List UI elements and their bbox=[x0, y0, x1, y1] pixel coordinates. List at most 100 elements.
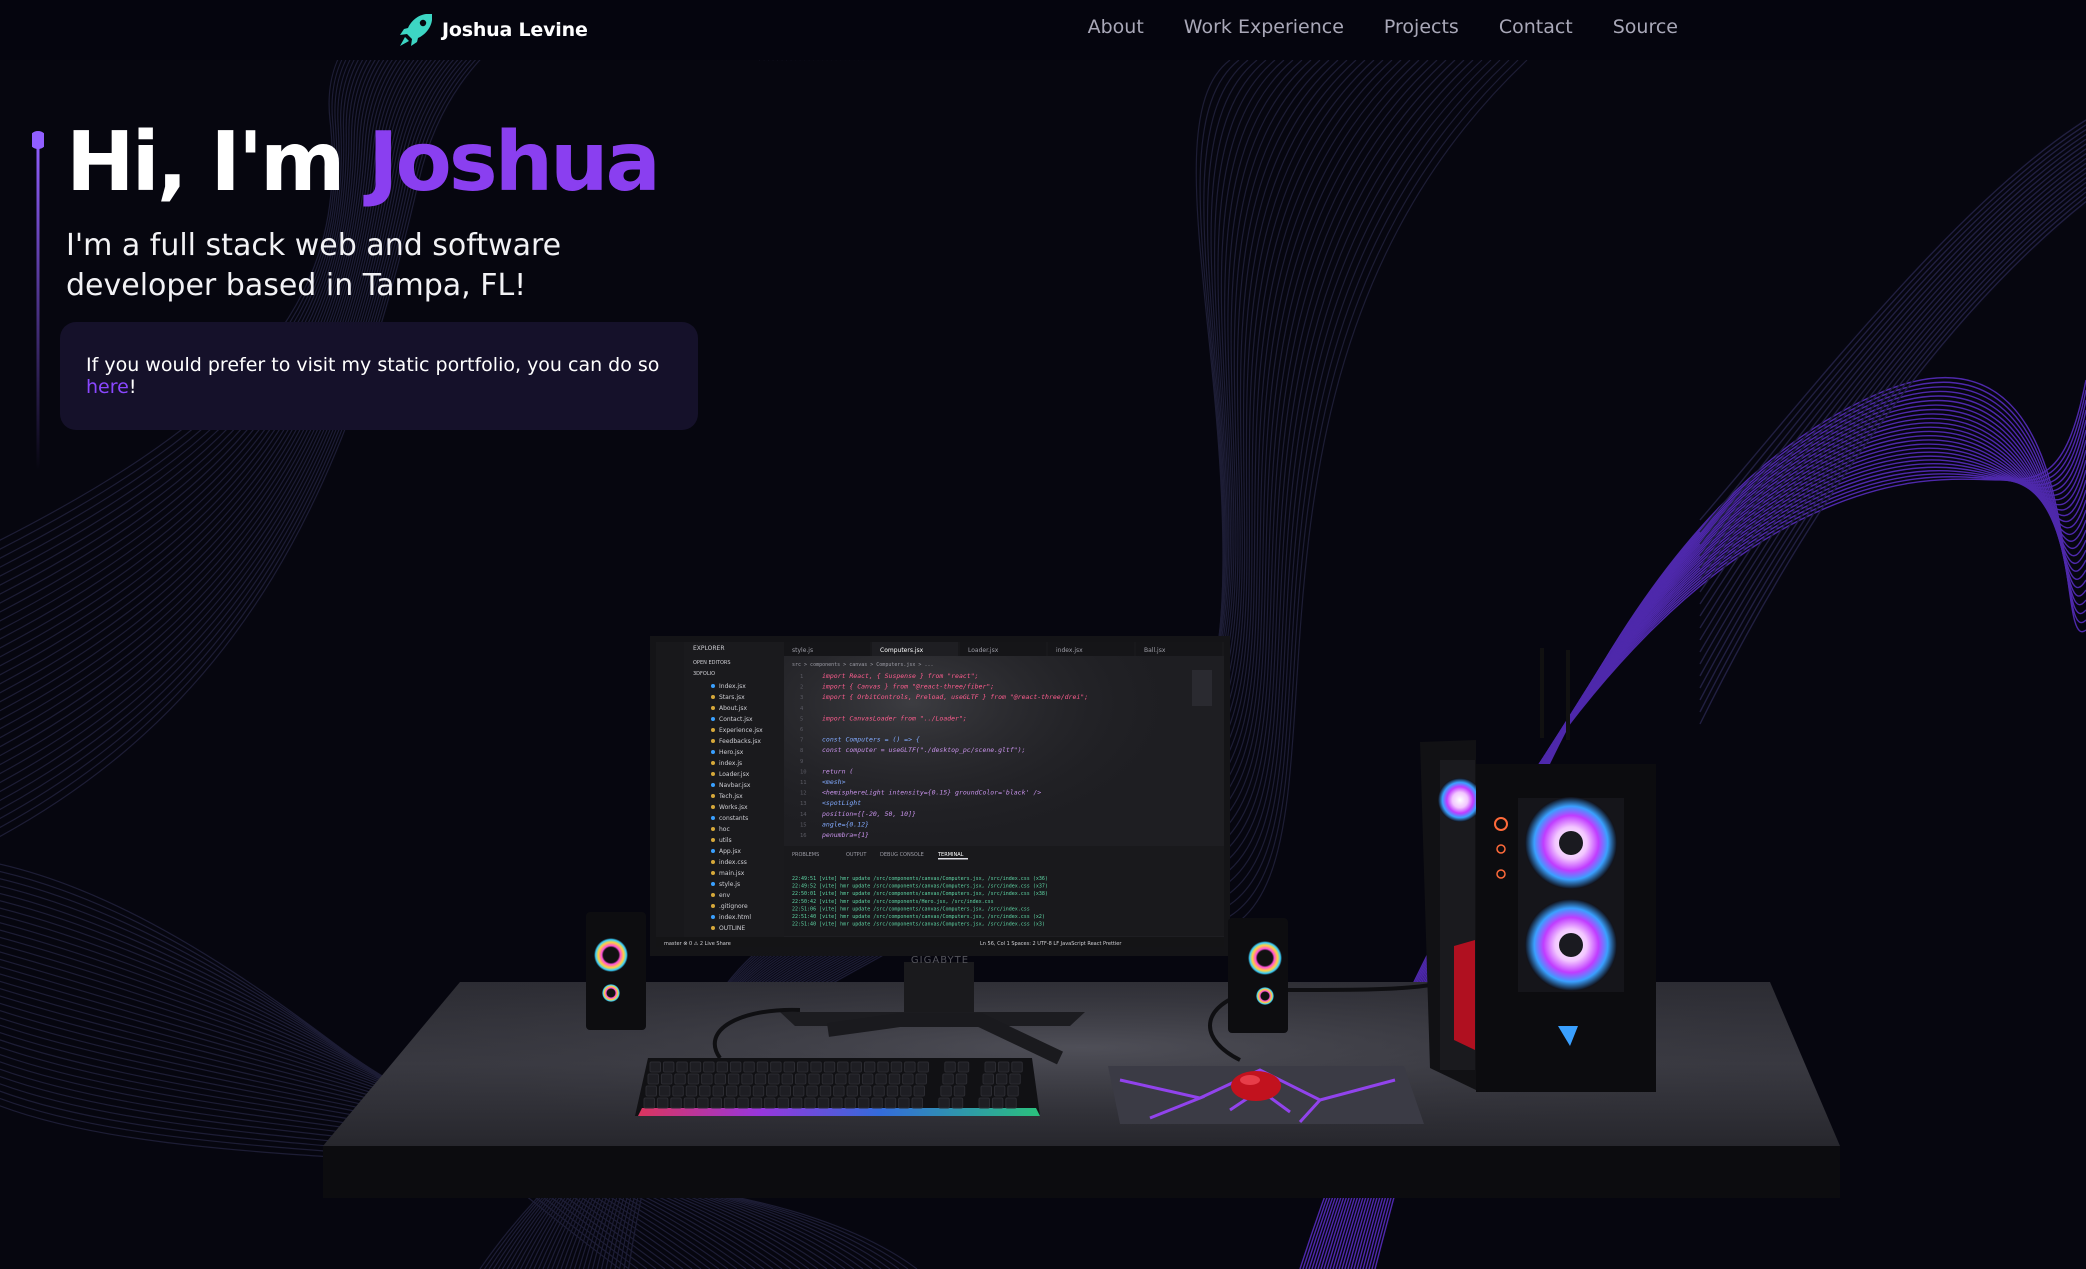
terminal-line: 22:50:42 [vite] hmr update /src/componen… bbox=[792, 899, 994, 905]
explorer-file-item[interactable]: About.jsx bbox=[719, 705, 747, 712]
panel-tab[interactable]: PROBLEMS bbox=[792, 852, 819, 858]
keyboard-key bbox=[806, 1085, 818, 1097]
nav-link-about[interactable]: About bbox=[1088, 16, 1144, 38]
explorer-file-item[interactable]: App.jsx bbox=[719, 848, 741, 855]
explorer-file-item[interactable]: index.css bbox=[719, 859, 747, 866]
keyboard-key bbox=[940, 1085, 952, 1097]
explorer-file-item[interactable]: index.js bbox=[719, 760, 742, 767]
keyboard-key bbox=[764, 1097, 776, 1109]
file-icon bbox=[711, 794, 715, 798]
panel-tab-underline bbox=[938, 858, 968, 860]
explorer-file-item[interactable]: Works.jsx bbox=[719, 804, 748, 811]
file-icon bbox=[711, 926, 715, 930]
explorer-file-item[interactable]: env bbox=[719, 892, 730, 899]
explorer-file-item[interactable]: .gitignore bbox=[719, 903, 748, 910]
keyboard-key bbox=[712, 1085, 724, 1097]
keyboard-key bbox=[993, 1085, 1006, 1097]
explorer-file-item[interactable]: Feedbacks.jsx bbox=[719, 738, 761, 745]
explorer-file-item[interactable]: hoc bbox=[719, 826, 730, 833]
explorer-file-item[interactable]: Tech.jsx bbox=[718, 793, 743, 800]
explorer-file-item[interactable]: Contact.jsx bbox=[719, 716, 753, 723]
explorer-file-item[interactable]: constants bbox=[719, 815, 748, 822]
keyboard-key bbox=[944, 1061, 956, 1073]
editor-minimap bbox=[1192, 670, 1212, 706]
explorer-file-item[interactable]: utils bbox=[719, 837, 732, 844]
explorer-file-item[interactable]: Experience.jsx bbox=[719, 727, 763, 734]
code-line: const computer = useGLTF("./desktop_pc/s… bbox=[822, 746, 1026, 754]
keyboard-key bbox=[991, 1097, 1004, 1109]
keyboard-key bbox=[768, 1073, 780, 1085]
editor-tabs: style.js Computers.jsx Loader.jsx index.jsx… bbox=[784, 642, 1222, 656]
keyboard-key bbox=[783, 1061, 795, 1073]
code-line-number: 16 bbox=[800, 833, 807, 839]
file-icon bbox=[711, 728, 715, 732]
explorer-file-item[interactable]: main.jsx bbox=[719, 870, 745, 877]
keyboard-key bbox=[873, 1085, 885, 1097]
code-line: position={[-20, 50, 10]} bbox=[822, 810, 916, 818]
keyboard-key bbox=[647, 1073, 659, 1085]
keyboard-key bbox=[857, 1097, 870, 1109]
keyboard-key bbox=[942, 1073, 954, 1085]
keyboard-key bbox=[727, 1073, 740, 1085]
panel-tab[interactable]: OUTPUT bbox=[846, 852, 867, 858]
nav-link-projects[interactable]: Projects bbox=[1384, 16, 1459, 38]
explorer-file-item[interactable]: Index.jsx bbox=[719, 683, 746, 690]
keyboard-key bbox=[917, 1061, 929, 1073]
terminal-line: 22:51:40 [vite] hmr update /src/componen… bbox=[792, 914, 1045, 920]
keyboard-key bbox=[890, 1061, 903, 1073]
terminal-line: 22:51:06 [vite] hmr update /src/componen… bbox=[792, 906, 1030, 912]
right-speaker bbox=[1228, 918, 1288, 1033]
file-icon bbox=[711, 893, 715, 897]
explorer-file-item[interactable]: Navbar.jsx bbox=[719, 782, 751, 789]
keyboard-key bbox=[835, 1073, 847, 1085]
code-line: <spotLight bbox=[822, 799, 861, 807]
explorer-file-item[interactable]: index.html bbox=[719, 914, 751, 921]
keyboard-key bbox=[997, 1061, 1010, 1073]
keyboard-key bbox=[1011, 1061, 1023, 1073]
keyboard-key bbox=[723, 1097, 736, 1109]
keyboard-key bbox=[645, 1085, 657, 1097]
keyboard-key bbox=[955, 1073, 968, 1085]
file-icon bbox=[711, 915, 715, 919]
keyboard-key bbox=[725, 1085, 738, 1097]
keyboard-key bbox=[714, 1073, 726, 1085]
nav-link-work-experience[interactable]: Work Experience bbox=[1184, 16, 1344, 38]
keyboard-key bbox=[689, 1061, 702, 1073]
nav-link-contact[interactable]: Contact bbox=[1499, 16, 1573, 38]
keyboard-key bbox=[796, 1061, 809, 1073]
editor-breadcrumb: src > components > canvas > Computers.js… bbox=[792, 662, 933, 668]
code-line: <mesh> bbox=[822, 778, 846, 786]
keyboard-key bbox=[817, 1097, 830, 1109]
desktop-pc-3d-scene[interactable]: EXPLORER OPEN EDITORS 3DFOLIO Index.jsx S… bbox=[0, 0, 2086, 1269]
file-icon bbox=[711, 772, 715, 776]
keyboard-key bbox=[833, 1085, 845, 1097]
code-line-number: 11 bbox=[800, 780, 807, 786]
nav-link-source[interactable]: Source bbox=[1613, 16, 1678, 38]
vscode-status-bar bbox=[656, 937, 1224, 947]
keyboard-key bbox=[674, 1073, 686, 1085]
keyboard-key bbox=[980, 1085, 992, 1097]
explorer-file-item[interactable]: Hero.jsx bbox=[719, 749, 744, 756]
panel-tab[interactable]: DEBUG CONSOLE bbox=[880, 852, 924, 858]
explorer-file-item[interactable]: Stars.jsx bbox=[719, 694, 745, 701]
keyboard-key bbox=[756, 1061, 769, 1073]
file-icon bbox=[711, 816, 715, 820]
explorer-file-item[interactable]: Loader.jsx bbox=[719, 771, 750, 778]
code-line: import { Canvas } from "@react-three/fib… bbox=[822, 683, 994, 691]
explorer-file-item[interactable]: style.js bbox=[719, 881, 740, 888]
keyboard-key bbox=[737, 1097, 749, 1109]
keyboard-key bbox=[649, 1061, 661, 1073]
explorer-file-item[interactable]: OUTLINE bbox=[719, 925, 745, 932]
keyboard-key bbox=[810, 1061, 822, 1073]
keyboard-key bbox=[656, 1097, 669, 1109]
keyboard-key bbox=[951, 1097, 964, 1109]
keyboard-key bbox=[660, 1073, 673, 1085]
code-line-number: 2 bbox=[800, 685, 803, 691]
keyboard-key bbox=[1005, 1097, 1017, 1109]
keyboard-key bbox=[750, 1097, 763, 1109]
keyboard-key bbox=[819, 1085, 832, 1097]
panel-tab[interactable]: TERMINAL bbox=[937, 852, 964, 858]
brand-link[interactable]: Joshua Levine bbox=[396, 10, 588, 50]
portfolio-page: Joshua Levine About Work Experience Proj… bbox=[0, 0, 2086, 1269]
keyboard-key bbox=[743, 1061, 755, 1073]
